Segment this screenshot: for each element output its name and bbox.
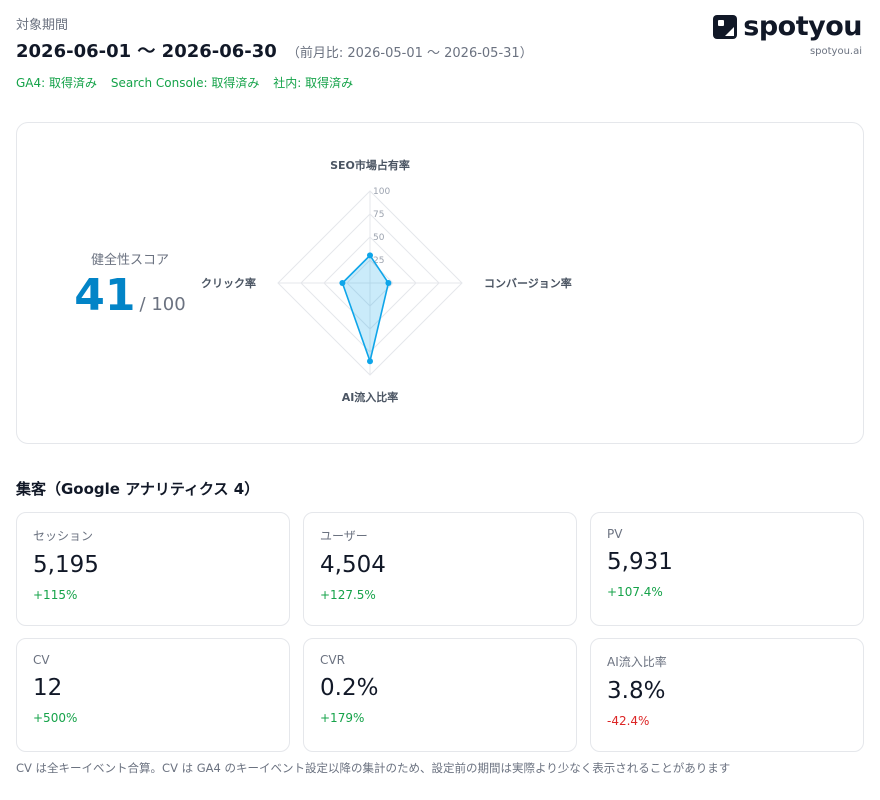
period-label: 対象期間 <box>16 18 69 33</box>
metric-label: ユーザー <box>320 529 368 543</box>
metric-label: PV <box>607 527 623 541</box>
period-range: 2026-06-01 〜 2026-06-30 （前月比: 2026-05-01 … <box>16 37 533 63</box>
radar-point-0 <box>367 252 373 259</box>
metric-card-pv: PV 5,931 +107.4% <box>590 512 864 626</box>
health-score: 健全性スコア 41/ 100 <box>65 249 195 321</box>
brand-domain: spotyou.ai <box>809 46 862 57</box>
radar-axis-label-click-rate: クリック率 <box>201 276 256 290</box>
metric-label: AI流入比率 <box>607 655 667 669</box>
metric-card-cvr: CVR 0.2% +179% <box>303 638 577 752</box>
source-status-search-console: Search Console: 取得済み <box>110 76 260 90</box>
metric-value: 5,931 <box>607 549 673 575</box>
radar-axis-label-seo-share: SEO市場占有率 <box>330 158 410 172</box>
radar-point-3 <box>339 280 346 286</box>
radar-tick-label: 50 <box>373 233 385 243</box>
metric-value: 0.2% <box>320 675 379 701</box>
period-range-value: 2026-06-01 〜 2026-06-30 <box>16 41 277 62</box>
health-score-title: 健全性スコア <box>90 253 169 268</box>
metric-card-sessions: セッション 5,195 +115% <box>16 512 290 626</box>
data-source-status: GA4: 取得済み Search Console: 取得済み 社内: 取得済み <box>16 74 363 91</box>
radar-axis-label-ai-inflow: AI流入比率 <box>342 390 399 404</box>
brand: spotyou spotyou.ai <box>713 12 862 57</box>
metric-card-users: ユーザー 4,504 +127.5% <box>303 512 577 626</box>
metric-delta: +179% <box>320 711 365 725</box>
radar-tick-label: 75 <box>373 210 384 220</box>
radar-tick-label: 100 <box>373 187 390 197</box>
spotyou-logo-icon <box>713 15 738 39</box>
metric-delta: +115% <box>33 588 78 602</box>
metric-label: CVR <box>320 653 345 667</box>
metric-delta: +127.5% <box>320 588 376 602</box>
metric-delta: +107.4% <box>607 585 663 599</box>
brand-name: spotyou <box>743 11 862 42</box>
metric-delta: -42.4% <box>607 714 650 728</box>
period-compare: （前月比: 2026-05-01 〜 2026-05-31） <box>286 46 533 61</box>
metric-value: 12 <box>33 675 63 701</box>
metric-label: CV <box>33 653 50 667</box>
metric-value: 4,504 <box>320 552 386 578</box>
metric-delta: +500% <box>33 711 78 725</box>
metric-card-cv: CV 12 +500% <box>16 638 290 752</box>
ga4-section-title: 集客（Google アナリティクス 4） <box>16 480 260 498</box>
metric-label: セッション <box>33 529 94 543</box>
cv-footnote: CV は全キーイベント合算。CV は GA4 のキーイベント設定以降の集計のため… <box>16 761 731 775</box>
source-status-ga4: GA4: 取得済み <box>16 76 98 90</box>
health-score-value: 41 <box>74 270 136 321</box>
health-score-card: 健全性スコア 41/ 100 25 50 75 100 SEO市場占有率 コンバージョ… <box>16 122 864 444</box>
metric-value: 5,195 <box>33 552 99 578</box>
radar-point-2 <box>367 358 373 365</box>
metric-card-ai-inflow: AI流入比率 3.8% -42.4% <box>590 638 864 752</box>
source-status-internal: 社内: 取得済み <box>273 76 354 90</box>
radar-point-1 <box>385 280 392 286</box>
metric-value: 3.8% <box>607 678 666 704</box>
radar-axis-label-conversion-rate: コンバージョン率 <box>484 276 572 290</box>
health-radar-chart: 255075100 SEO市場占有率 コンバージョン率 AI流入比率 クリック率 <box>201 158 572 404</box>
